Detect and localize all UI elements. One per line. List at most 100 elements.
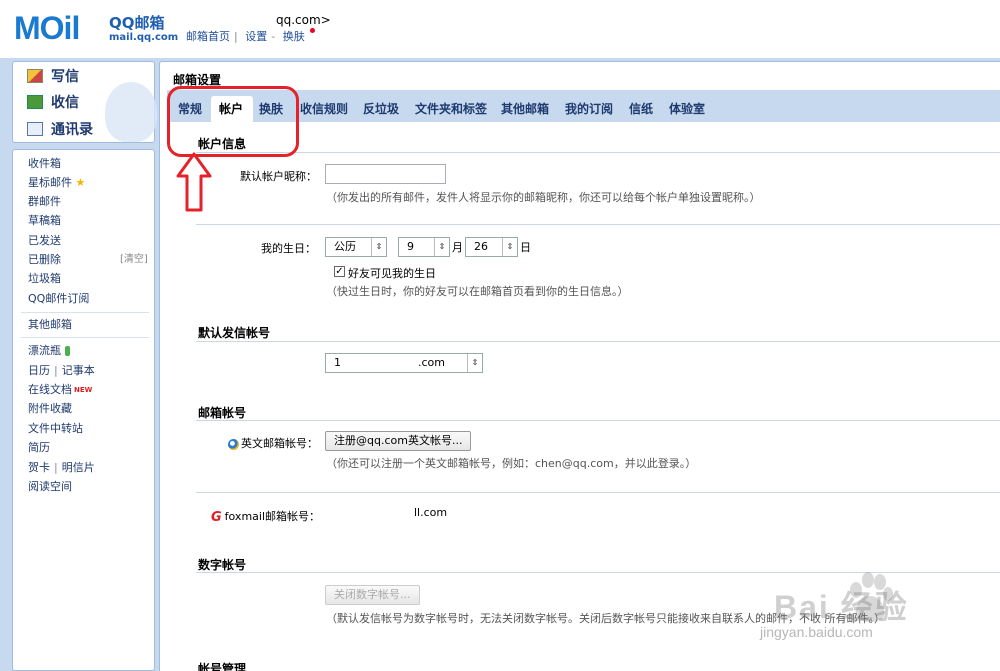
sidebar-item-other-mailbox[interactable]: 其他邮箱: [28, 317, 72, 333]
notification-dot-icon: [309, 28, 315, 33]
tab-lab[interactable]: 体验室: [669, 100, 705, 117]
contacts-label: 通讯录: [51, 122, 93, 138]
sidebar-item-spam[interactable]: 垃圾箱: [28, 271, 61, 287]
tab-other-mailbox[interactable]: 其他邮箱: [501, 100, 549, 117]
annotation-up-arrow-icon: [176, 152, 212, 212]
greeting-card-link[interactable]: 贺卡: [28, 461, 50, 474]
settings-link[interactable]: 设置: [245, 30, 267, 43]
bottle-icon: [65, 346, 70, 356]
postcard-link[interactable]: 明信片: [62, 461, 95, 474]
default-sender-suffix: .com: [418, 356, 445, 369]
english-account-label: 英文邮箱帐号：: [241, 437, 318, 450]
tab-mail-rules[interactable]: 收信规则: [300, 100, 348, 117]
sidebar-item-reading[interactable]: 阅读空间: [28, 479, 72, 495]
select-arrows-icon: ⇕: [467, 354, 482, 372]
clear-deleted-link[interactable]: [清空]: [120, 252, 148, 268]
penguin-mascot-icon: [105, 82, 157, 142]
english-account-hint: （你还可以注册一个英文邮箱帐号，例如：chen@qq.com，并以此登录。）: [326, 457, 697, 470]
sidebar-item-attachments[interactable]: 附件收藏: [28, 401, 72, 417]
tab-folders-labels[interactable]: 文件夹和标签: [415, 100, 487, 117]
section-divider: [196, 420, 1000, 421]
sidebar-item-starred[interactable]: 星标邮件 ★: [28, 175, 85, 191]
english-account-label-row: 英文邮箱帐号：: [228, 435, 318, 451]
sidebar-item-deleted[interactable]: 已删除: [28, 252, 61, 268]
annotation-highlight-box: [167, 86, 299, 157]
select-arrows-icon: ⇕: [371, 238, 386, 256]
close-numeric-account-button[interactable]: 关闭数字帐号...: [325, 585, 420, 605]
foxmail-icon: G: [211, 509, 222, 525]
section-divider: [196, 224, 1000, 225]
default-sender-prefix: 1: [334, 356, 341, 369]
select-arrows-icon: ⇕: [434, 238, 449, 256]
notebook-link[interactable]: 记事本: [62, 364, 95, 377]
star-icon: ★: [75, 176, 86, 189]
sidebar-item-file-transfer[interactable]: 文件中转站: [28, 421, 83, 437]
foxmail-label-row: Gfoxmail邮箱帐号：: [211, 508, 320, 525]
day-unit: 日: [520, 241, 531, 254]
compose-button[interactable]: 写信: [27, 65, 79, 87]
friends-visible-checkbox[interactable]: ✓: [334, 266, 345, 277]
month-unit: 月: [452, 241, 463, 254]
register-english-account-button[interactable]: 注册@qq.com英文帐号...: [325, 431, 472, 451]
pencil-icon: [27, 69, 43, 83]
folder-sidebar: 收件箱 星标邮件 ★ 群邮件 草稿箱 已发送 已删除 [清空] 垃圾箱 QQ邮件…: [12, 149, 155, 671]
select-arrows-icon: ⇕: [502, 238, 517, 256]
skin-link[interactable]: 换肤: [283, 30, 305, 43]
contacts-button[interactable]: 通讯录: [27, 118, 93, 140]
birth-month-select[interactable]: 9 ⇕: [398, 237, 450, 257]
compose-label: 写信: [51, 69, 79, 85]
calendar-type-select[interactable]: 公历 ⇕: [325, 237, 387, 257]
sidebar-item-inbox[interactable]: 收件箱: [28, 156, 61, 172]
tab-subscriptions[interactable]: 我的订阅: [565, 100, 613, 117]
sidebar-item-group-mail[interactable]: 群邮件: [28, 194, 61, 210]
watermark-url: jingyan.baidu.com: [760, 624, 873, 640]
foxmail-account-label: foxmail邮箱帐号：: [224, 510, 321, 523]
default-sender-select[interactable]: 1 .com ⇕: [325, 353, 483, 373]
divider: [21, 337, 149, 338]
calendar-link[interactable]: 日历: [28, 364, 50, 377]
calendar-type-value: 公历: [334, 240, 356, 253]
nickname-input[interactable]: [325, 164, 446, 184]
birthday-hint: （快过生日时，你的好友可以在邮箱首页看到你的生日信息。）: [326, 285, 629, 298]
nickname-label: 默认帐户昵称：: [240, 170, 317, 183]
default-sender-title: 默认发信帐号: [198, 326, 271, 340]
home-link[interactable]: 邮箱首页: [186, 30, 230, 43]
numeric-account-title: 数字帐号: [198, 558, 247, 572]
sidebar-item-cards: 贺卡 | 明信片: [28, 461, 95, 474]
birthday-label: 我的生日：: [261, 242, 316, 255]
sidebar-item-drafts[interactable]: 草稿箱: [28, 213, 61, 229]
online-docs-label: 在线文档: [28, 383, 72, 396]
birth-day-value: 26: [474, 240, 488, 253]
new-badge: NEW: [74, 386, 93, 394]
sidebar-item-bottle[interactable]: 漂流瓶: [28, 343, 70, 359]
birth-month-value: 9: [407, 240, 414, 253]
logo-url-text: mail.qq.com: [109, 32, 179, 43]
birth-day-select[interactable]: 26 ⇕: [465, 237, 518, 257]
sidebar-item-calendar-notebook: 日历 | 记事本: [28, 364, 95, 377]
receive-button[interactable]: 收信: [27, 91, 79, 113]
bottle-label: 漂流瓶: [28, 344, 61, 357]
inbox-download-icon: [27, 95, 43, 109]
section-divider: [196, 492, 1000, 493]
top-links: 邮箱首页 | 设置 - 换肤: [186, 28, 319, 44]
header: MOil QQ邮箱 mail.qq.com qq.com> 邮箱首页 | 设置 - …: [0, 0, 1000, 58]
receive-label: 收信: [51, 95, 79, 111]
contacts-book-icon: [27, 122, 43, 136]
user-address: qq.com>: [276, 13, 331, 27]
globe-icon: [228, 438, 239, 450]
sidebar-item-subscriptions[interactable]: QQ邮件订阅: [28, 291, 89, 307]
mail-accounts-title: 邮箱帐号: [198, 406, 247, 420]
section-divider: [196, 341, 1000, 342]
account-management-title: 帐号管理: [198, 662, 247, 671]
sidebar-item-resume[interactable]: 简历: [28, 440, 50, 456]
tab-anti-spam[interactable]: 反垃圾: [363, 100, 399, 117]
sidebar-item-online-docs[interactable]: 在线文档 NEW: [28, 382, 92, 398]
divider: [21, 312, 149, 313]
nickname-hint: （你发出的所有邮件，发件人将显示你的邮箱昵称，你还可以给每个帐户单独设置昵称。）: [326, 191, 761, 204]
logo-text: MOil: [14, 10, 80, 46]
section-divider: [196, 152, 1000, 153]
sidebar-item-sent[interactable]: 已发送: [28, 233, 61, 249]
watermark-text: Bai 经验: [774, 589, 909, 625]
qq-mail-logo[interactable]: MOil QQ邮箱 mail.qq.com: [14, 10, 178, 46]
tab-stationery[interactable]: 信纸: [629, 100, 653, 117]
